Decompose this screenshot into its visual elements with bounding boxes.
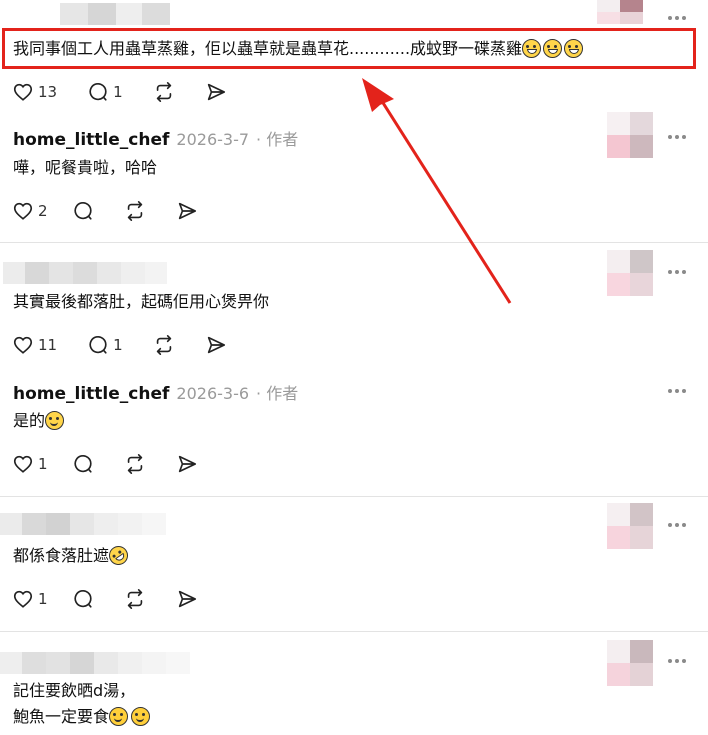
annotation-arrow (362, 78, 512, 304)
arrow-shaft (376, 94, 512, 304)
arrow-head (362, 78, 394, 112)
